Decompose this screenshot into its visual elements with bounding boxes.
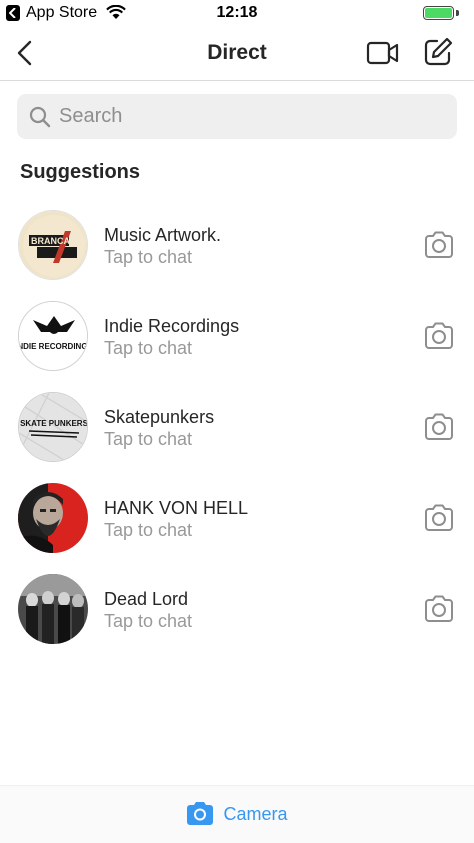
- bottom-bar: Camera: [0, 785, 474, 843]
- logo-text: BRANCA STUDIO: [31, 236, 88, 246]
- battery-tip: [456, 10, 459, 16]
- list-item[interactable]: HANK VON HELL Tap to chat: [0, 473, 474, 564]
- direct-screen: App Store 12:18 Direct Search Suggestion…: [0, 0, 474, 843]
- contact-subtitle: Tap to chat: [104, 611, 193, 631]
- logo-text: INDIE RECORDINGS: [19, 342, 88, 351]
- contact-name: Music Artwork.: [104, 225, 222, 245]
- suggestions-list: BRANCA STUDIO Music Artwork. Tap to chat: [0, 200, 474, 655]
- search-icon: [29, 106, 51, 133]
- list-item[interactable]: INDIE RECORDINGS Indie Recordings Tap to…: [0, 291, 474, 382]
- camera-icon[interactable]: [423, 321, 455, 351]
- search-input[interactable]: [59, 94, 439, 139]
- compose-icon[interactable]: [423, 37, 453, 72]
- video-camera-icon[interactable]: [366, 40, 400, 71]
- list-item[interactable]: BRANCA STUDIO Music Artwork. Tap to chat: [0, 200, 474, 291]
- camera-icon[interactable]: [423, 594, 455, 624]
- search-bar[interactable]: [17, 94, 457, 139]
- contact-name: Dead Lord: [104, 589, 189, 609]
- avatar[interactable]: BRANCA STUDIO: [18, 210, 88, 280]
- camera-icon[interactable]: [423, 230, 455, 260]
- suggestions-heading: Suggestions: [20, 161, 141, 183]
- status-time: 12:18: [216, 4, 258, 21]
- camera-button[interactable]: Camera: [0, 800, 474, 830]
- contact-subtitle: Tap to chat: [104, 520, 193, 540]
- avatar[interactable]: INDIE RECORDINGS: [18, 301, 88, 371]
- list-item[interactable]: Dead Lord Tap to chat: [0, 564, 474, 655]
- page-title: Direct: [207, 41, 267, 64]
- contact-subtitle: Tap to chat: [104, 247, 193, 267]
- camera-icon[interactable]: [423, 503, 455, 533]
- logo-text: SKATE PUNKERS: [20, 419, 88, 428]
- contact-subtitle: Tap to chat: [104, 429, 193, 449]
- contact-subtitle: Tap to chat: [104, 338, 193, 358]
- battery-fill: [425, 8, 452, 18]
- battery-icon: [423, 6, 454, 20]
- avatar[interactable]: [18, 483, 88, 553]
- camera-label: Camera: [223, 804, 288, 824]
- status-bar: App Store 12:18: [0, 0, 474, 26]
- avatar[interactable]: SKATE PUNKERS: [18, 392, 88, 462]
- camera-filled-icon: [186, 800, 214, 826]
- avatar[interactable]: [18, 574, 88, 644]
- contact-name: Skatepunkers: [104, 407, 215, 427]
- contact-name: Indie Recordings: [104, 316, 240, 336]
- nav-bar: Direct: [0, 26, 474, 81]
- contact-name: HANK VON HELL: [104, 498, 249, 518]
- list-item[interactable]: SKATE PUNKERS Skatepunkers Tap to chat: [0, 382, 474, 473]
- camera-icon[interactable]: [423, 412, 455, 442]
